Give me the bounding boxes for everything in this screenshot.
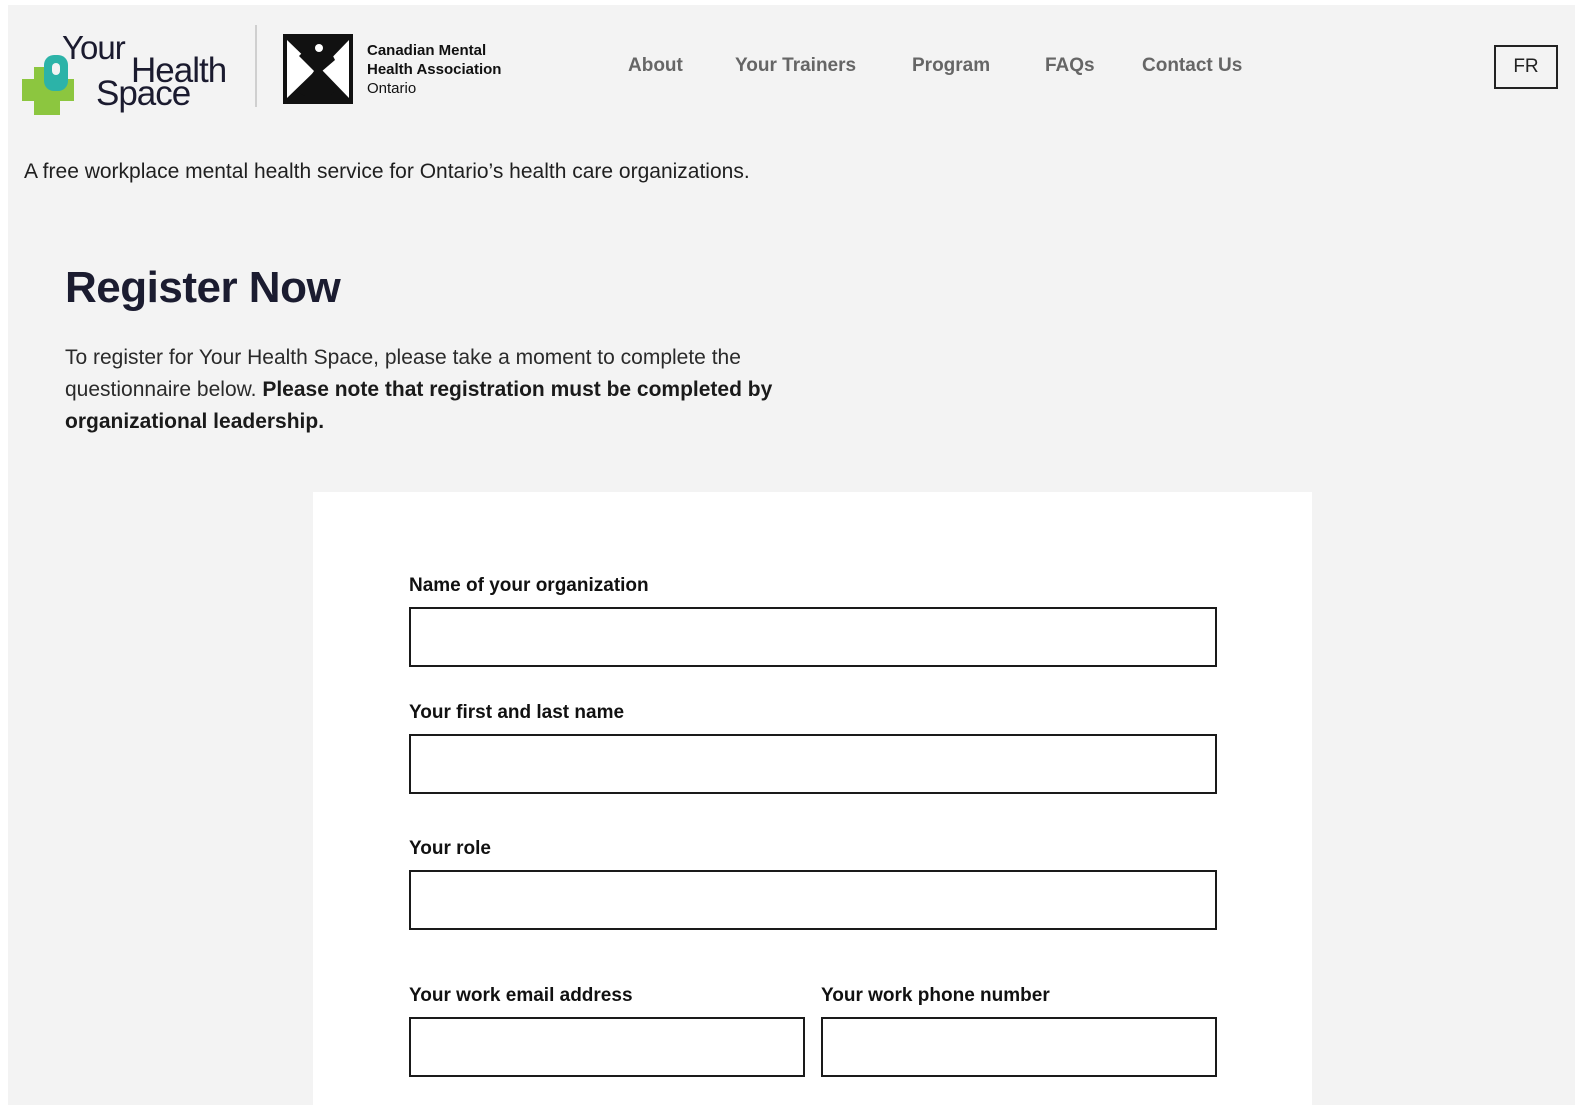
role-label: Your role [409,838,491,859]
work-phone-input[interactable] [821,1017,1217,1077]
organization-name-input[interactable] [409,607,1217,667]
logo-word-space: Space [96,74,191,113]
nav-contact-us[interactable]: Contact Us [1142,55,1242,77]
work-email-input[interactable] [409,1017,805,1077]
nav-program[interactable]: Program [912,55,990,77]
cmha-line-2: Health Association [367,61,502,78]
role-input[interactable] [409,870,1217,930]
nav-about[interactable]: About [628,55,683,77]
cmha-wordmark: Canadian Mental Health Association Ontar… [367,41,501,98]
full-name-label: Your first and last name [409,702,625,723]
work-phone-label: Your work phone number [821,985,1050,1006]
cmha-line-1: Canadian Mental [367,42,487,59]
intro-paragraph: To register for Your Health Space, pleas… [65,342,785,438]
page-title: Register Now [65,263,341,312]
logo-word-your: Your [62,29,126,66]
work-email-label: Your work email address [409,985,633,1006]
tagline: A free workplace mental health service f… [24,160,750,183]
full-name-input[interactable] [409,734,1217,794]
logo-divider [255,25,257,107]
organization-name-label: Name of your organization [409,575,649,596]
your-health-space-logo[interactable]: Your Health Space [18,31,243,117]
page: Your Health Space Canadian Mental Health… [8,5,1575,1105]
language-toggle-button[interactable]: FR [1494,45,1558,89]
nav-your-trainers[interactable]: Your Trainers [735,55,856,77]
registration-form-card: Name of your organization Your first and… [313,492,1312,1105]
cmha-logo-icon[interactable] [283,34,353,104]
nav-faqs[interactable]: FAQs [1045,55,1095,77]
cmha-line-3: Ontario [367,80,417,97]
